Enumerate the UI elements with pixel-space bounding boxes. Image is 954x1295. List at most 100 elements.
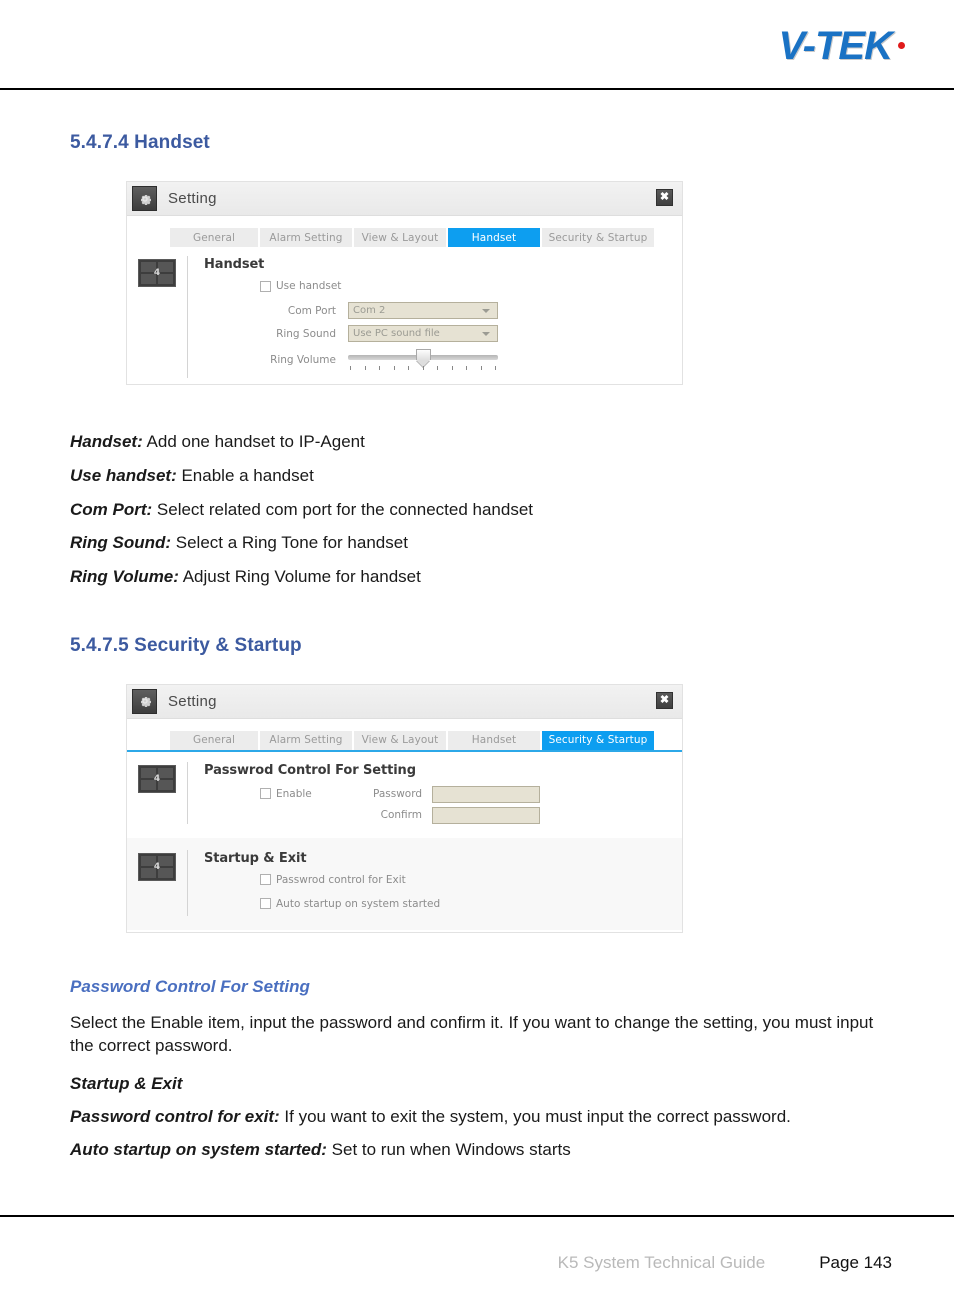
auto-startup-checkbox[interactable]: [260, 898, 271, 910]
desc-line: Ring Volume: Adjust Ring Volume for hand…: [70, 566, 894, 588]
close-icon[interactable]: ✖: [656, 189, 673, 206]
password-exit-label: Passwrod control for Exit: [276, 873, 406, 886]
security-descriptions: Password Control For Setting Select the …: [70, 977, 894, 1161]
slider-tick: [495, 366, 496, 370]
ring-sound-dropdown[interactable]: Use PC sound file: [348, 325, 498, 342]
header-divider: [0, 88, 954, 90]
password-exit-checkbox[interactable]: [260, 874, 271, 886]
desc-term: Use handset:: [70, 465, 177, 485]
enable-checkbox[interactable]: [260, 788, 271, 800]
tab-security-startup[interactable]: Security & Startup: [542, 228, 654, 247]
dialog-title: Setting: [168, 190, 217, 207]
confirm-label: Confirm: [380, 809, 422, 822]
tab-handset[interactable]: Handset: [448, 228, 540, 247]
confirm-line: Confirm: [368, 806, 540, 824]
panel-heading: Passwrod Control For Setting: [204, 762, 416, 778]
panel-separator: [187, 761, 188, 824]
dialog-body: General Alarm Setting View & Layout Hand…: [127, 718, 682, 932]
close-icon[interactable]: ✖: [656, 691, 673, 709]
panel-main: Handset Use handset Com Port Com 2 Ring …: [204, 256, 682, 378]
panel-separator: [187, 256, 188, 378]
slider-tick: [408, 366, 409, 370]
password-exit-row[interactable]: Passwrod control for Exit: [260, 874, 682, 886]
page-content: 5.4.7.4 Handset Setting ✖ General Alarm …: [0, 95, 954, 1173]
desc-text: Select related com port for the connecte…: [152, 499, 534, 519]
grid-icon-wrap: 4: [127, 256, 187, 378]
com-port-dropdown[interactable]: Com 2: [348, 302, 498, 319]
confirm-input[interactable]: [432, 806, 540, 824]
slider-tick: [379, 366, 380, 370]
logo-accent-dot: [898, 42, 906, 49]
ring-volume-label: Ring Volume: [270, 354, 336, 366]
gear-icon[interactable]: [132, 688, 157, 714]
slider-thumb-body: [415, 349, 431, 360]
password-control-subhead: Password Control For Setting: [70, 976, 310, 996]
enable-row[interactable]: Enable: [260, 788, 368, 800]
handset-descriptions: Handset: Add one handset to IP-Agent Use…: [70, 431, 894, 588]
footer-divider: [0, 1215, 954, 1217]
gear-icon[interactable]: [132, 186, 157, 211]
tab-view-layout[interactable]: View & Layout: [354, 730, 446, 750]
footer-page-number: Page 143: [819, 1253, 892, 1272]
startup-exit-panel: 4 Startup & Exit Passwrod control for Ex…: [127, 837, 682, 930]
slider-tick: [437, 366, 438, 370]
section-title-handset: 5.4.7.4 Handset: [70, 132, 210, 153]
slider-tick: [350, 366, 351, 370]
desc-line: Handset: Add one handset to IP-Agent: [70, 431, 894, 453]
desc-term: Auto startup on system started:: [70, 1140, 327, 1160]
footer-guide-title: K5 System Technical Guide: [557, 1253, 766, 1272]
setting-dialog-security: Setting ✖ General Alarm Setting View & L…: [126, 683, 683, 933]
com-port-row: Com Port Com 2: [260, 302, 682, 319]
logo-text: V-TEK: [778, 24, 893, 68]
tab-bar: General Alarm Setting View & Layout Hand…: [127, 216, 682, 247]
desc-text: Enable a handset: [176, 465, 314, 485]
ring-volume-slider[interactable]: [348, 348, 498, 372]
auto-startup-row[interactable]: Auto startup on system started: [260, 898, 682, 910]
tab-general[interactable]: General: [170, 228, 258, 247]
desc-text: If you want to exit the system, you must…: [279, 1106, 791, 1126]
auto-startup-label: Auto startup on system started: [276, 897, 441, 910]
handset-panel: 4 Handset Use handset Com Port Com 2 Rin…: [127, 249, 682, 382]
desc-line: Ring Sound: Select a Ring Tone for hands…: [70, 532, 894, 554]
desc-text: Select a Ring Tone for handset: [171, 533, 408, 553]
startup-exit-subhead: Startup & Exit: [70, 1073, 183, 1093]
grid-icon-number: 4: [153, 268, 161, 278]
tab-handset[interactable]: Handset: [448, 730, 540, 750]
slider-tick: [393, 366, 395, 370]
grid-icon-number: 4: [153, 773, 161, 784]
slider-thumb[interactable]: [415, 349, 431, 367]
slider-tick: [451, 366, 453, 370]
dialog-titlebar: Setting ✖: [127, 182, 682, 216]
com-port-value: Com 2: [353, 305, 386, 316]
use-handset-checkbox[interactable]: [260, 280, 271, 292]
ring-volume-row: Ring Volume: [260, 348, 682, 372]
desc-line: Password control for exit: If you want t…: [70, 1106, 894, 1128]
desc-text: Set to run when Windows starts: [326, 1140, 571, 1160]
password-control-panel: 4 Passwrod Control For Setting Enable Pa…: [127, 752, 682, 828]
tab-alarm-setting[interactable]: Alarm Setting: [260, 730, 352, 750]
tab-general[interactable]: General: [170, 730, 258, 750]
desc-term: Password control for exit:: [70, 1106, 280, 1126]
password-input[interactable]: [432, 785, 540, 803]
quad-grid-icon: 4: [138, 852, 176, 881]
panel-heading: Handset: [204, 257, 265, 272]
use-handset-row[interactable]: Use handset: [260, 280, 682, 292]
quad-grid-icon: 4: [138, 764, 176, 793]
ring-sound-value: Use PC sound file: [353, 328, 440, 339]
tab-bar: General Alarm Setting View & Layout Hand…: [127, 719, 682, 750]
slider-ticks: [350, 366, 496, 370]
ring-sound-row: Ring Sound Use PC sound file: [260, 325, 682, 342]
quad-grid-icon: 4: [138, 259, 176, 287]
desc-text: Adjust Ring Volume for handset: [178, 567, 421, 586]
slider-tick: [422, 366, 424, 370]
password-control-paragraph: Select the Enable item, input the passwo…: [70, 1012, 874, 1055]
tab-security-startup[interactable]: Security & Startup: [542, 730, 654, 750]
tab-view-layout[interactable]: View & Layout: [354, 228, 446, 247]
dialog-titlebar: Setting ✖: [127, 684, 682, 719]
panel-heading: Startup & Exit: [204, 850, 307, 866]
page-footer: K5 System Technical Guide Page 143: [558, 1253, 892, 1273]
desc-term: Ring Volume:: [70, 567, 179, 586]
password-line: Password: [368, 785, 540, 803]
slider-tick: [364, 366, 366, 370]
tab-alarm-setting[interactable]: Alarm Setting: [260, 228, 352, 247]
